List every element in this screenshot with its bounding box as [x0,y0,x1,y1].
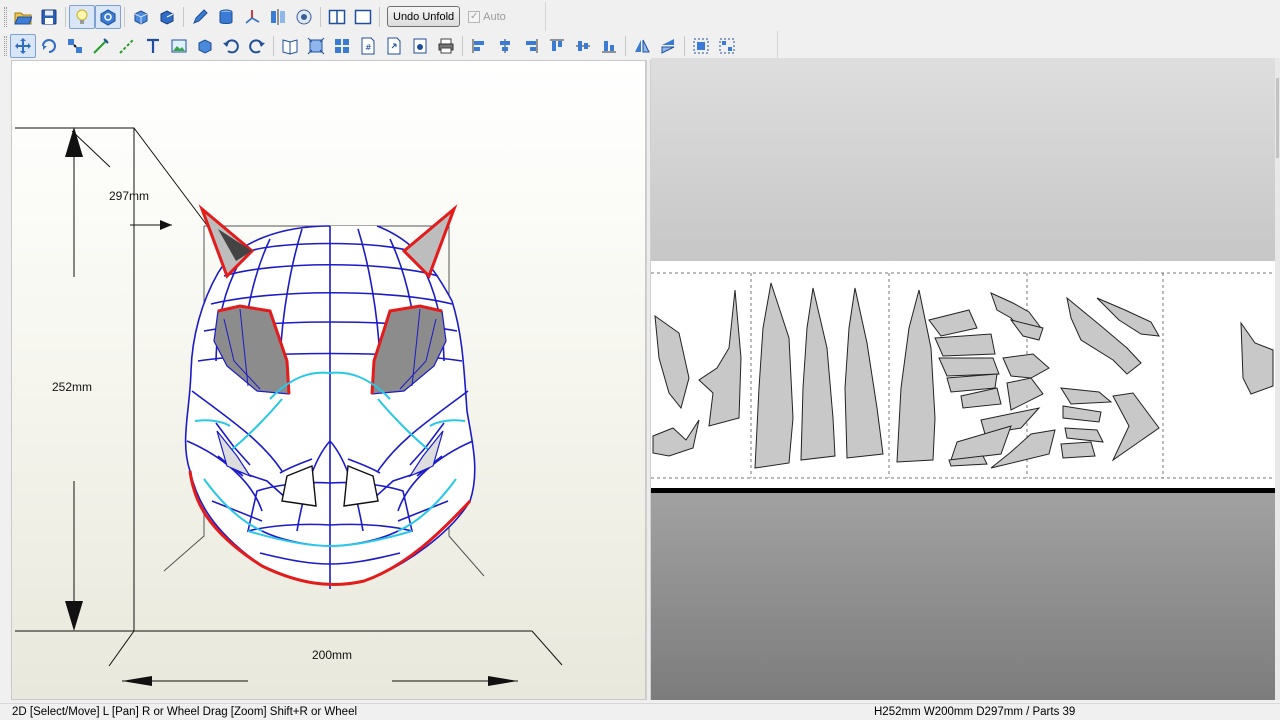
3d-view[interactable]: 297mm 252mm 200mm [11,60,646,700]
unfold-part-icon[interactable] [154,5,180,29]
cylinder-icon[interactable] [213,5,239,29]
number-icon[interactable] [329,34,355,58]
vertical-scrollbar[interactable] [1275,58,1280,700]
status-info: H252mm W200mm D297mm / Parts 39 [874,706,1076,718]
group-icon[interactable] [688,34,714,58]
mirror-icon[interactable] [265,5,291,29]
2d-view[interactable] [651,58,1275,700]
align-middle-icon[interactable] [570,34,596,58]
join-faces-icon[interactable] [62,34,88,58]
pepakura-window: Undo Unfold ✓ Auto # 297mm 252mm 200mm 2… [0,0,1280,720]
texture-toggle-icon[interactable] [95,4,121,29]
rotate-edge-icon[interactable] [36,34,62,58]
toolbar-grip[interactable] [4,6,7,27]
split-view-icon[interactable] [324,5,350,29]
toolbar-separator [684,35,685,56]
page-number-icon[interactable]: # [355,34,381,58]
undo-icon[interactable] [218,34,244,58]
status-bar: 2D [Select/Move] L [Pan] R or Wheel Drag… [0,703,1280,720]
redo-icon[interactable] [244,34,270,58]
toolbar-separator [320,6,321,27]
align-right-icon[interactable] [518,34,544,58]
edit-line-icon[interactable] [114,34,140,58]
depth-dimension-label: 297mm [109,189,150,203]
select-move-icon[interactable] [10,33,36,58]
single-view-icon[interactable] [350,5,376,29]
auto-label: Auto [483,10,506,23]
edit-toolbar: # [0,31,778,60]
toolbar-separator [183,6,184,27]
distribute-icon[interactable] [714,34,740,58]
flip-horizontal-icon[interactable] [629,34,655,58]
view-eye-icon[interactable] [291,5,317,29]
toolbar-separator [273,35,274,56]
box-icon[interactable] [192,34,218,58]
toolbar-separator [124,6,125,27]
fit-page-icon[interactable] [303,34,329,58]
svg-text:#: # [365,43,372,52]
undo-unfold-button[interactable]: Undo Unfold [387,6,461,27]
draw-line-icon[interactable] [88,34,114,58]
toolbar-separator [462,35,463,56]
save-icon[interactable] [36,5,62,29]
auto-check-icon[interactable]: ✓ [468,10,481,23]
capture-icon[interactable] [407,34,433,58]
toolbar-grip[interactable] [4,35,7,56]
toolbar-separator [65,6,66,27]
toolbar-separator [379,6,380,27]
align-left-icon[interactable] [466,34,492,58]
height-dimension-label: 252mm [52,380,93,394]
edit-icon[interactable] [187,5,213,29]
lightbulb-icon[interactable] [69,4,95,29]
align-top-icon[interactable] [544,34,570,58]
main-toolbar: Undo Unfold ✓ Auto [0,2,546,31]
export-page-icon[interactable] [381,34,407,58]
open-icon[interactable] [10,5,36,29]
paper-layout[interactable] [651,58,1275,700]
add-part-icon[interactable] [128,5,154,29]
mask-model[interactable] [12,61,646,700]
text-icon[interactable] [140,34,166,58]
status-hint: 2D [Select/Move] L [Pan] R or Wheel Drag… [12,706,358,718]
image-icon[interactable] [166,34,192,58]
toolbar-separator [625,35,626,56]
auto-checkbox[interactable]: ✓ Auto [468,10,506,23]
flip-vertical-icon[interactable] [655,34,681,58]
paper-shadow [651,488,1275,493]
axes-icon[interactable] [239,5,265,29]
book-icon[interactable] [277,34,303,58]
align-bottom-icon[interactable] [596,34,622,58]
width-dimension-label: 200mm [312,648,353,662]
align-center-icon[interactable] [492,34,518,58]
print-icon[interactable] [433,34,459,58]
